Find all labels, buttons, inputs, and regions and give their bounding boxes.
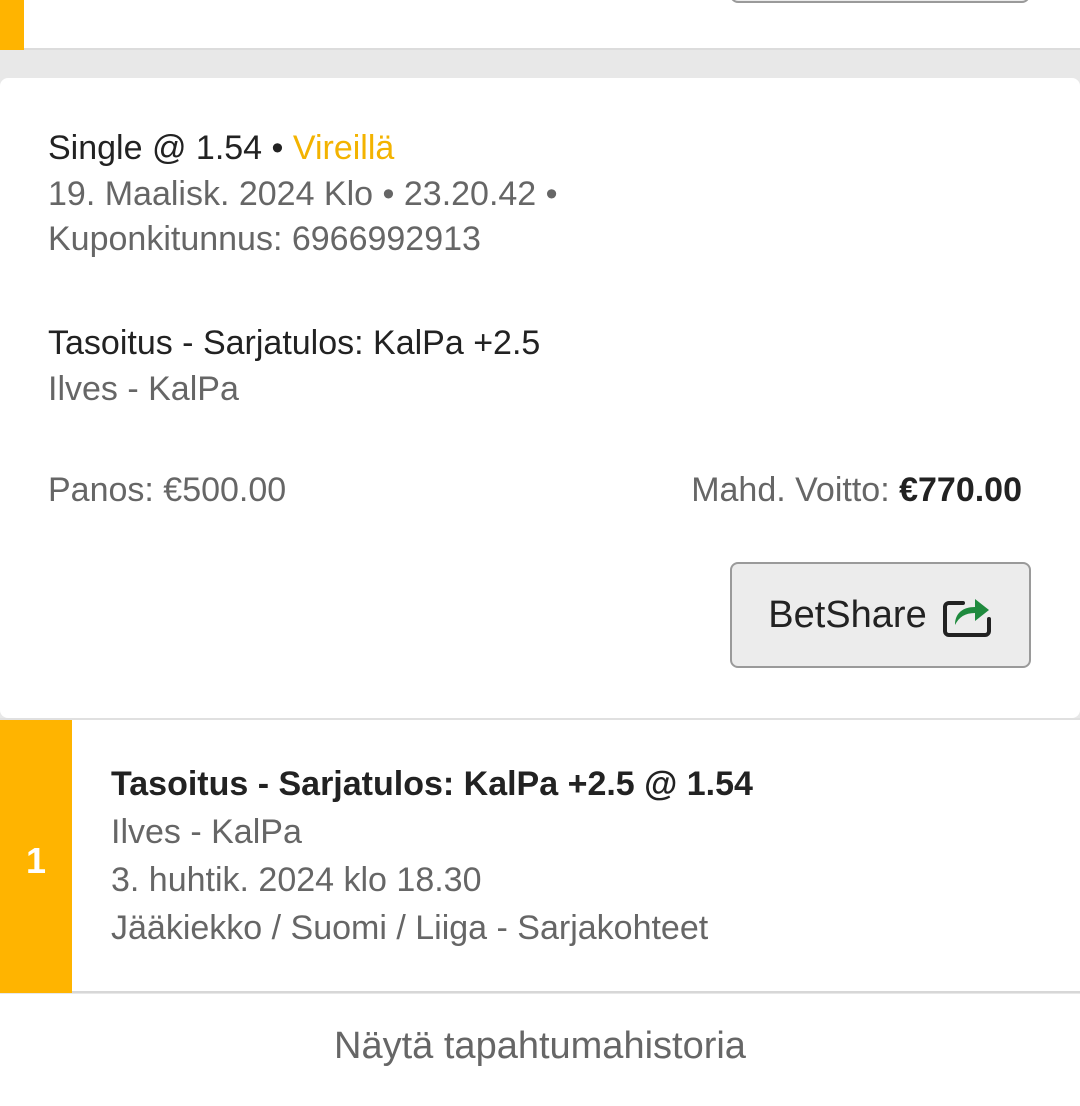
selection-number: 1 [25,839,47,881]
selection-league: Jääkiekko / Suomi / Liiga - Sarjakohteet [111,909,709,947]
share-icon [942,599,991,637]
winnings-label: Mahd. Voitto: [691,471,900,509]
selection-date: 3. huhtik. 2024 klo 18.30 [111,861,482,899]
bet-card: Single @ 1.54 • Vireillä 19. Maalisk. 20… [0,78,1080,718]
bet-type: Single @ 1.54 [48,129,263,167]
coupon-id: Kuponkitunnus: 6966992913 [48,220,481,258]
bet-market: Tasoitus - Sarjatulos: KalPa +2.5 [48,324,541,362]
selection-row: 1 Tasoitus - Sarjatulos: KalPa +2.5 @ 1.… [0,718,1080,993]
bet-status-badge: Vireillä [292,129,395,167]
previous-card-accent [0,0,24,50]
betshare-button[interactable]: BetShare [730,562,1031,668]
winnings-amount: €770.00 [899,471,1022,509]
bet-date-time: 19. Maalisk. 2024 Klo • 23.20.42 • [48,175,558,213]
bet-history-screen: Single @ 1.54 • Vireillä 19. Maalisk. 20… [0,0,1080,1106]
summary-separator: • [262,129,293,167]
history-section: Näytä tapahtumahistoria [0,994,1080,1106]
selection-number-bar: 1 [0,720,72,993]
previous-betshare-button[interactable] [730,0,1030,3]
selection-title: Tasoitus - Sarjatulos: KalPa +2.5 @ 1.54 [111,765,753,803]
selection-match: Ilves - KalPa [111,813,302,851]
show-history-link[interactable]: Näytä tapahtumahistoria [334,1025,746,1068]
potential-winnings: Mahd. Voitto: €770.00 [691,470,1022,510]
bet-summary: Single @ 1.54 • Vireillä [48,128,394,168]
previous-bet-card [0,0,1080,50]
bet-match: Ilves - KalPa [48,370,239,408]
bet-stake: Panos: €500.00 [48,471,287,509]
betshare-label: BetShare [768,593,927,636]
